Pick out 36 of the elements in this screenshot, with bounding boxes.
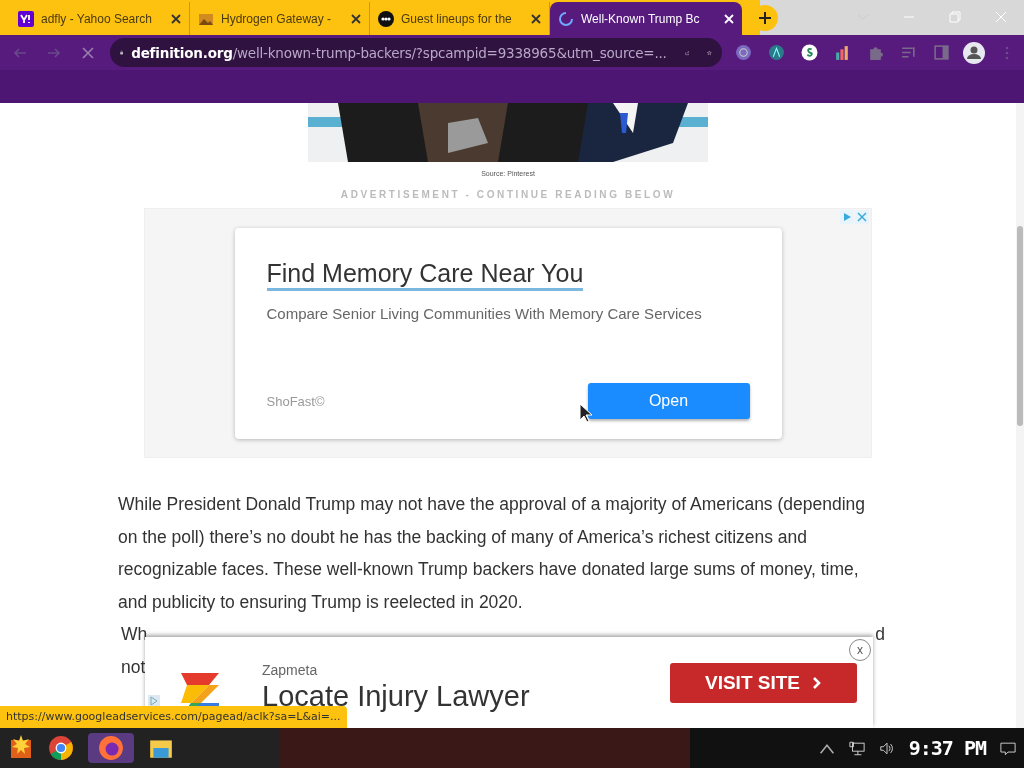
address-bar[interactable]: definition.org/well-known-trump-backers/?spcampid=9338965&utm_source=...	[110, 38, 722, 67]
ad-description: Compare Senior Living Communities With Memory Care Services	[266, 304, 703, 322]
status-url: https://www.googleadservices.com/pagead/aclk?sa=L&ai=...	[0, 706, 347, 728]
paragraph-fragment: not	[121, 655, 146, 679]
mouse-cursor-icon	[579, 403, 593, 423]
advertiser-name: Zapmeta	[262, 662, 319, 678]
start-button[interactable]	[8, 735, 34, 761]
ad-headline[interactable]: Find Memory Care Near You	[266, 257, 584, 291]
extension-icon[interactable]	[735, 44, 752, 61]
browser-tab[interactable]: Well-Known Trump Bc	[550, 2, 742, 35]
close-icon[interactable]	[531, 13, 541, 24]
chrome-icon[interactable]	[48, 735, 74, 761]
chart-icon[interactable]	[834, 44, 851, 61]
scrollbar-thumb[interactable]	[1017, 226, 1023, 426]
network-icon[interactable]	[848, 740, 865, 756]
advertiser-name: ShoFast©	[266, 394, 325, 409]
volume-icon[interactable]	[878, 740, 895, 756]
close-icon[interactable]	[351, 13, 361, 24]
notification-icon[interactable]	[1000, 740, 1016, 756]
close-icon[interactable]	[171, 13, 181, 24]
extension-icon[interactable]	[801, 44, 818, 61]
close-button[interactable]: x	[849, 639, 871, 661]
chevron-right-icon	[812, 676, 822, 690]
profile-avatar[interactable]	[963, 41, 985, 64]
paragraph-fragment: d	[875, 623, 885, 646]
clock[interactable]: 9:37 PM	[908, 736, 986, 760]
article-paragraph: While President Donald Trump may not have the approval of a majority of Americans (depending on the poll) there’s no doubt he has the backing of many of America’s richest citizens and recognizable faces. These well-known Trump backers have donated large sums of money, time, and publicity to ensuring Trump is reelected in 2020.	[118, 493, 867, 614]
visit-site-button[interactable]: VISIT SITE	[670, 663, 857, 703]
advertisement-label: ADVERTISEMENT - CONTINUE READING BELOW	[340, 189, 676, 200]
yahoo-icon	[18, 10, 34, 27]
firefox-icon[interactable]	[98, 735, 124, 761]
stop-icon[interactable]	[80, 44, 96, 61]
paragraph-fragment: Wh	[121, 623, 148, 646]
extension-icon[interactable]	[768, 44, 785, 61]
circle-logo-icon	[378, 10, 394, 27]
loading-spinner-icon	[558, 10, 574, 27]
